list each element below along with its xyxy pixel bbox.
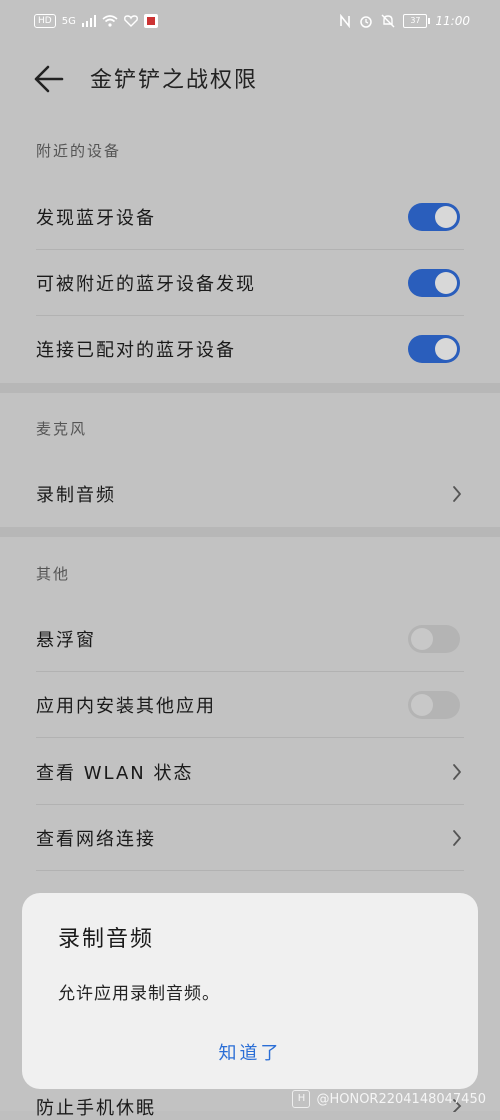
section-gap [0, 383, 500, 393]
heart-status-icon [123, 15, 138, 27]
setting-label: 查看网络连接 [36, 829, 156, 850]
setting-row-discoverable[interactable]: 可被附近的蓝牙设备发现 [0, 250, 500, 316]
chevron-right-icon [453, 764, 461, 780]
discover-bluetooth-toggle[interactable] [408, 203, 460, 231]
toggle-knob [411, 628, 433, 650]
network-label: 5G [61, 15, 76, 27]
permission-info-dialog: 录制音频 允许应用录制音频。 知道了 [22, 893, 478, 1089]
divider [36, 737, 464, 738]
setting-row-floating-window[interactable]: 悬浮窗 [0, 606, 500, 672]
setting-label: 可被附近的蓝牙设备发现 [36, 274, 256, 295]
battery-icon: 37 [403, 14, 431, 28]
chevron-right-icon [453, 830, 461, 846]
status-right: 37 11:00 [339, 14, 470, 28]
chevron-right-icon [453, 486, 461, 502]
setting-label: 连接已配对的蓝牙设备 [36, 340, 236, 361]
toggle-knob [435, 272, 457, 294]
setting-row-discover-bluetooth[interactable]: 发现蓝牙设备 [0, 184, 500, 250]
status-bar: HD 5G 37 11:00 [0, 0, 500, 48]
dialog-title: 录制音频 [58, 927, 155, 952]
floating-window-toggle[interactable] [408, 625, 460, 653]
alarm-icon [360, 16, 373, 28]
wifi-icon [102, 15, 118, 27]
setting-label: 查看 WLAN 状态 [36, 763, 194, 784]
connect-paired-toggle[interactable] [408, 335, 460, 363]
setting-row-wlan-status[interactable]: 查看 WLAN 状态 [0, 739, 500, 805]
watermark-logo-icon: H [292, 1090, 311, 1108]
page-title: 金铲铲之战权限 [90, 68, 259, 93]
toggle-knob [435, 206, 457, 228]
nfc-icon [340, 14, 351, 28]
setting-row-network-connections[interactable]: 查看网络连接 [0, 805, 500, 871]
setting-label: 悬浮窗 [36, 630, 96, 651]
setting-label: 发现蓝牙设备 [36, 208, 156, 229]
setting-label-prevent-sleep[interactable]: 防止手机休眠 [36, 1094, 156, 1120]
section-label-other: 其他 [36, 565, 71, 583]
dialog-message: 允许应用录制音频。 [58, 984, 220, 1004]
setting-row-record-audio[interactable]: 录制音频 [0, 461, 500, 527]
setting-row-install-apps[interactable]: 应用内安装其他应用 [0, 672, 500, 738]
divider [36, 870, 464, 871]
section-label-nearby: 附近的设备 [36, 142, 122, 160]
app-header: 金铲铲之战权限 [0, 48, 500, 118]
permissions-page: HD 5G 37 11:00 金铲铲之战权限 附近的设备 发现蓝牙设备 可被附近… [0, 0, 500, 1119]
section-gap [0, 527, 500, 537]
discoverable-toggle[interactable] [408, 269, 460, 297]
toggle-knob [435, 338, 457, 360]
mute-bell-icon [381, 14, 395, 28]
setting-label: 录制音频 [36, 485, 116, 506]
status-time: 11:00 [435, 14, 470, 28]
watermark: H @HONOR2204148047450 [292, 1090, 486, 1108]
app-notification-icon [143, 14, 158, 28]
toggle-knob [411, 694, 433, 716]
watermark-text: @HONOR2204148047450 [316, 1091, 486, 1107]
setting-row-connect-paired[interactable]: 连接已配对的蓝牙设备 [0, 316, 500, 382]
status-left: HD 5G [34, 14, 158, 28]
back-arrow-icon[interactable] [32, 64, 66, 94]
setting-label: 应用内安装其他应用 [36, 696, 216, 717]
hd-badge: HD [34, 14, 56, 28]
dialog-ok-button[interactable]: 知道了 [22, 1039, 478, 1065]
signal-icon [81, 15, 96, 27]
section-label-microphone: 麦克风 [36, 420, 88, 438]
install-apps-toggle[interactable] [408, 691, 460, 719]
